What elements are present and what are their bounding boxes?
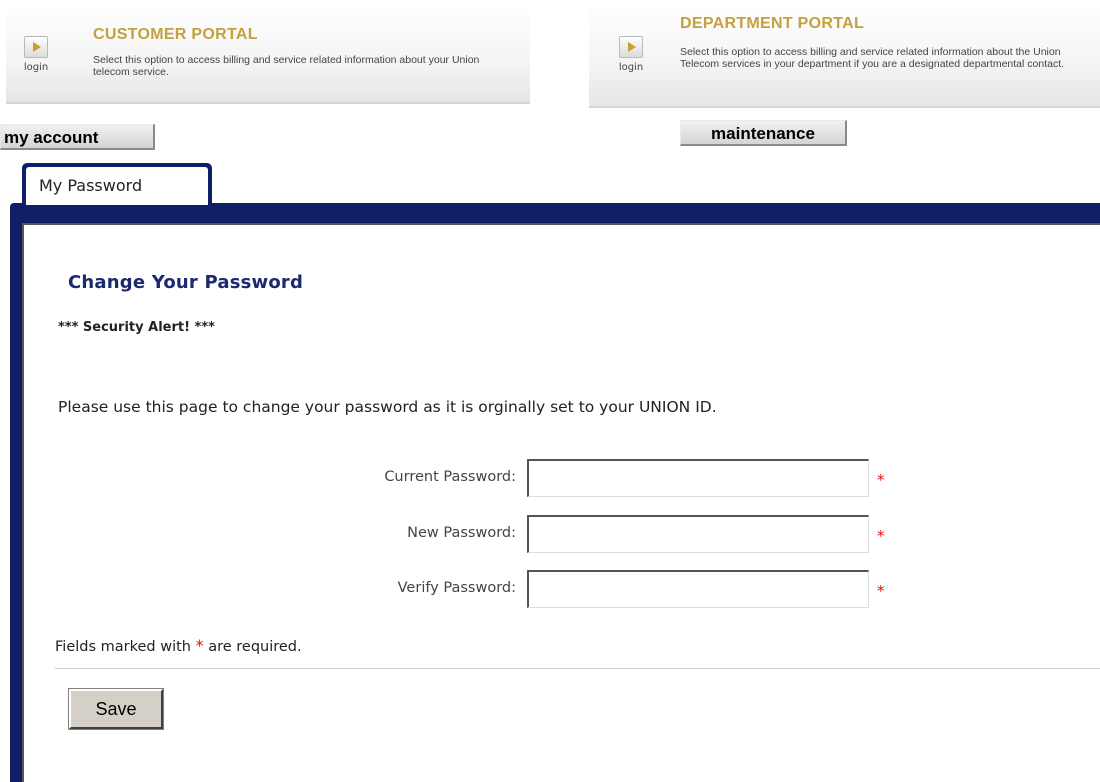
required-marker: * bbox=[195, 636, 204, 655]
tab-my-password[interactable]: My Password bbox=[22, 163, 212, 205]
login-label: login bbox=[23, 62, 49, 73]
save-button[interactable]: Save bbox=[68, 688, 164, 730]
current-password-label: Current Password: bbox=[384, 469, 516, 485]
new-password-label: New Password: bbox=[407, 525, 516, 541]
my-account-button[interactable]: my account bbox=[0, 124, 155, 150]
customer-portal-title: CUSTOMER PORTAL bbox=[93, 26, 258, 43]
password-panel-area: Change Your Password *** Security Alert!… bbox=[10, 163, 1100, 782]
current-password-row: Current Password: * bbox=[24, 459, 924, 499]
verify-password-label: Verify Password: bbox=[397, 580, 516, 596]
login-label: login bbox=[618, 62, 644, 73]
department-portal: login DEPARTMENT PORTAL Select this opti… bbox=[589, 2, 1100, 108]
department-portal-title: DEPARTMENT PORTAL bbox=[680, 15, 865, 32]
security-alert: *** Security Alert! *** bbox=[58, 320, 215, 335]
form-divider bbox=[55, 668, 1100, 669]
required-note-text-before: Fields marked with bbox=[55, 639, 196, 655]
department-portal-description: Select this option to access billing and… bbox=[680, 46, 1065, 70]
department-portal-login-button[interactable]: login bbox=[615, 36, 647, 73]
required-marker: * bbox=[877, 527, 885, 545]
required-marker: * bbox=[877, 471, 885, 489]
page-title: Change Your Password bbox=[68, 272, 304, 293]
instructions-text: Please use this page to change your pass… bbox=[58, 398, 717, 416]
play-arrow-icon bbox=[619, 36, 643, 58]
tab-panel-content: Change Your Password *** Security Alert!… bbox=[22, 223, 1100, 782]
customer-portal-description: Select this option to access billing and… bbox=[93, 54, 480, 78]
new-password-row: New Password: * bbox=[24, 515, 924, 555]
customer-portal-login-button[interactable]: login bbox=[20, 36, 52, 73]
tab-panel-frame: Change Your Password *** Security Alert!… bbox=[10, 203, 1100, 782]
required-marker: * bbox=[877, 582, 885, 600]
required-note-text-after: are required. bbox=[203, 639, 302, 655]
maintenance-button[interactable]: maintenance bbox=[680, 120, 847, 146]
new-password-input[interactable] bbox=[527, 515, 869, 553]
verify-password-input[interactable] bbox=[527, 570, 869, 608]
play-arrow-icon bbox=[24, 36, 48, 58]
required-fields-note: Fields marked with * are required. bbox=[55, 636, 302, 655]
customer-portal: login CUSTOMER PORTAL Select this option… bbox=[6, 2, 530, 104]
tab-label: My Password bbox=[26, 167, 208, 205]
verify-password-row: Verify Password: * bbox=[24, 570, 924, 610]
current-password-input[interactable] bbox=[527, 459, 869, 497]
